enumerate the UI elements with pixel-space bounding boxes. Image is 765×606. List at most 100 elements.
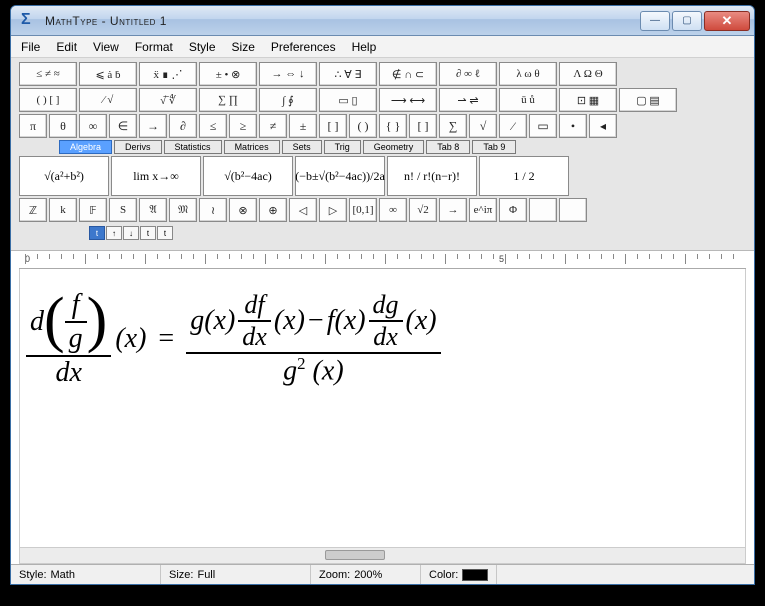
palette-cell[interactable]: ± <box>289 114 317 138</box>
palette-cell[interactable]: → ⇔ ↓ <box>259 62 317 86</box>
palette-cell[interactable]: • <box>559 114 587 138</box>
palette-cell[interactable]: ± • ⊗ <box>199 62 257 86</box>
palette-cell[interactable]: √̅ ∜ <box>139 88 197 112</box>
palette-cell[interactable]: [ ] <box>409 114 437 138</box>
palette-cell[interactable]: ▭ ▯ <box>319 88 377 112</box>
tab-algebra[interactable]: Algebra <box>59 140 112 154</box>
palette-cell[interactable]: ( ) <box>349 114 377 138</box>
palette-cell[interactable]: ( ) [ ] <box>19 88 77 112</box>
menu-view[interactable]: View <box>93 40 119 54</box>
palette-cell[interactable]: 𝔽 <box>79 198 107 222</box>
maximize-button[interactable]: ▢ <box>672 11 702 31</box>
palette-cell[interactable]: e^iπ <box>469 198 497 222</box>
palette-cell[interactable]: ⁄ <box>499 114 527 138</box>
palette-cell[interactable]: ◂ <box>589 114 617 138</box>
equation: d ( f g ) dx (x) = g(x) df <box>26 289 441 389</box>
palette-cell[interactable]: ≤ ≠ ≈ <box>19 62 77 86</box>
minimize-button[interactable]: — <box>640 11 670 31</box>
tab-trig[interactable]: Trig <box>324 140 361 154</box>
horizontal-scrollbar[interactable] <box>19 548 746 564</box>
nav-button-5[interactable]: t <box>157 226 173 240</box>
tab-tab-9[interactable]: Tab 9 <box>472 140 516 154</box>
palette-cell[interactable]: λ ω θ <box>499 62 557 86</box>
palette-cell[interactable]: ⇀ ⇌ <box>439 88 497 112</box>
equation-editor[interactable]: d ( f g ) dx (x) = g(x) df <box>19 269 746 548</box>
template-cell[interactable]: n! / r!(n−r)! <box>387 156 477 196</box>
palette-cell[interactable]: ∫ ∮ <box>259 88 317 112</box>
palette-cell[interactable]: ⊡ ▦ <box>559 88 617 112</box>
palette-cell[interactable]: ≥ <box>229 114 257 138</box>
tab-tab-8[interactable]: Tab 8 <box>426 140 470 154</box>
palette-cell[interactable]: ⊕ <box>259 198 287 222</box>
palette-cell[interactable]: [ ] <box>319 114 347 138</box>
palette-cell[interactable]: ⩽ ȧ ḃ <box>79 62 137 86</box>
palette-cell[interactable]: ū ů <box>499 88 557 112</box>
palette-cell[interactable]: 𝔄 <box>139 198 167 222</box>
palette-cell[interactable]: k <box>49 198 77 222</box>
menu-file[interactable]: File <box>21 40 40 54</box>
palette-cell[interactable]: ▢ ▤ <box>619 88 677 112</box>
status-color-swatch[interactable] <box>462 569 488 581</box>
palette-cell[interactable]: ▭ <box>529 114 557 138</box>
palette-cell[interactable]: ∂ ∞ ℓ <box>439 62 497 86</box>
menu-style[interactable]: Style <box>189 40 216 54</box>
menu-size[interactable]: Size <box>232 40 255 54</box>
palette-cell[interactable]: √ <box>469 114 497 138</box>
palette-cell[interactable]: θ <box>49 114 77 138</box>
palette-cell[interactable]: ∞ <box>379 198 407 222</box>
tab-sets[interactable]: Sets <box>282 140 322 154</box>
close-button[interactable]: ✕ <box>704 11 750 31</box>
tab-statistics[interactable]: Statistics <box>164 140 222 154</box>
template-cell[interactable]: √(a²+b²) <box>19 156 109 196</box>
palette-cell[interactable] <box>529 198 557 222</box>
template-cell[interactable]: lim x→∞ <box>111 156 201 196</box>
palette-cell[interactable]: √2 <box>409 198 437 222</box>
nav-button-2[interactable]: ↑ <box>106 226 122 240</box>
palette-cell[interactable] <box>559 198 587 222</box>
status-size-value: Full <box>197 569 215 581</box>
palette-cell[interactable]: Λ Ω Θ <box>559 62 617 86</box>
palette-cell[interactable]: ⊗ <box>229 198 257 222</box>
palette-cell[interactable]: ∞ <box>79 114 107 138</box>
nav-button-1[interactable]: t <box>89 226 105 240</box>
tab-derivs[interactable]: Derivs <box>114 140 162 154</box>
palette-cell[interactable]: [0,1] <box>349 198 377 222</box>
palette-cell[interactable]: S <box>109 198 137 222</box>
palette-cell[interactable]: ẍ ∎ ⋰ <box>139 62 197 86</box>
symbol-palette-1: ≤ ≠ ≈⩽ ȧ ḃẍ ∎ ⋰± • ⊗→ ⇔ ↓∴ ∀ ∃∉ ∩ ⊂∂ ∞ ℓ… <box>19 62 746 86</box>
palette-cell[interactable]: → <box>139 114 167 138</box>
menu-preferences[interactable]: Preferences <box>271 40 336 54</box>
palette-cell[interactable]: ∉ ∩ ⊂ <box>379 62 437 86</box>
palette-cell[interactable]: Φ <box>499 198 527 222</box>
menu-edit[interactable]: Edit <box>56 40 77 54</box>
scroll-thumb[interactable] <box>325 550 385 560</box>
palette-cell[interactable]: ∑ <box>439 114 467 138</box>
titlebar[interactable]: Σ MathType - Untitled 1 — ▢ ✕ <box>11 6 754 36</box>
template-cell[interactable]: √(b²−4ac) <box>203 156 293 196</box>
palette-cell[interactable]: ∂ <box>169 114 197 138</box>
palette-cell[interactable]: ⟶ ⟷ <box>379 88 437 112</box>
palette-cell[interactable]: 𝔐 <box>169 198 197 222</box>
palette-cell[interactable]: ∑ ∏ <box>199 88 257 112</box>
ruler-mark-5: 5 <box>499 254 504 264</box>
palette-cell[interactable]: ≠ <box>259 114 287 138</box>
palette-cell[interactable]: ∴ ∀ ∃ <box>319 62 377 86</box>
palette-cell[interactable]: ⁄ √ <box>79 88 137 112</box>
template-cell[interactable]: (−b±√(b²−4ac))/2a <box>295 156 385 196</box>
palette-cell[interactable]: ≀ <box>199 198 227 222</box>
palette-cell[interactable]: { } <box>379 114 407 138</box>
palette-cell[interactable]: → <box>439 198 467 222</box>
menu-help[interactable]: Help <box>352 40 377 54</box>
template-cell[interactable]: 1 / 2 <box>479 156 569 196</box>
palette-cell[interactable]: ◁ <box>289 198 317 222</box>
palette-cell[interactable]: π <box>19 114 47 138</box>
menu-format[interactable]: Format <box>135 40 173 54</box>
palette-cell[interactable]: ▷ <box>319 198 347 222</box>
palette-cell[interactable]: ∈ <box>109 114 137 138</box>
nav-button-4[interactable]: t <box>140 226 156 240</box>
tab-geometry[interactable]: Geometry <box>363 140 425 154</box>
tab-matrices[interactable]: Matrices <box>224 140 280 154</box>
nav-button-3[interactable]: ↓ <box>123 226 139 240</box>
palette-cell[interactable]: ≤ <box>199 114 227 138</box>
palette-cell[interactable]: ℤ <box>19 198 47 222</box>
